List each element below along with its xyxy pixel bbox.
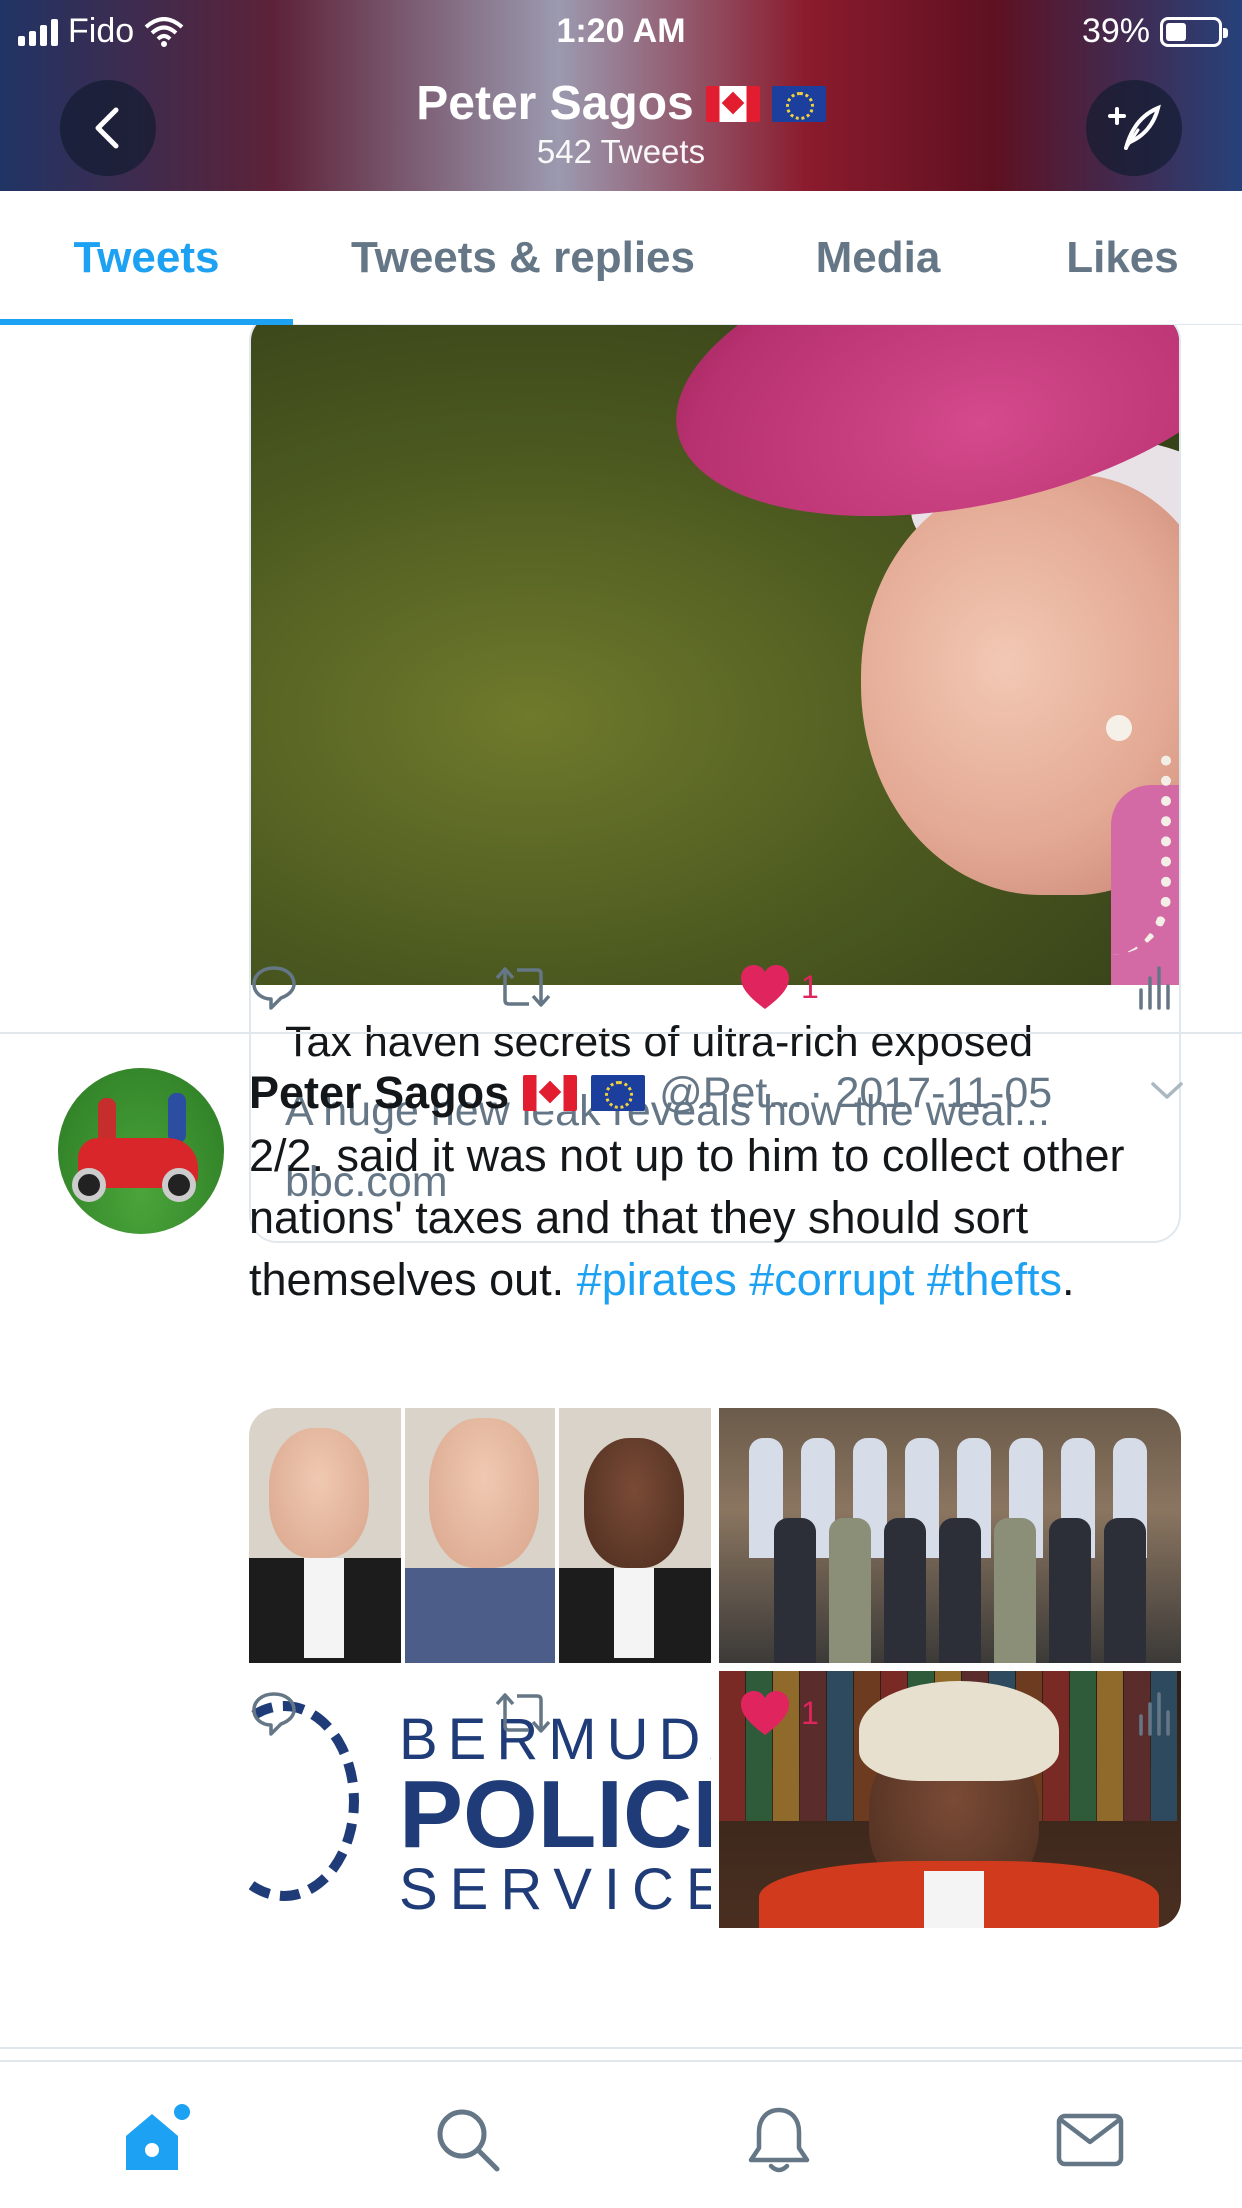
police-logo-line3: SERVICE xyxy=(399,1857,711,1922)
tweet-header: Peter Sagos @Pet... · 2017-11-05 xyxy=(249,1058,1189,1128)
image-detail xyxy=(774,1518,816,1663)
eu-flag-icon xyxy=(591,1075,646,1111)
retweet-icon xyxy=(495,967,551,1007)
image-detail xyxy=(1049,1518,1091,1663)
link-preview-image xyxy=(251,325,1179,985)
mail-icon xyxy=(1056,2113,1124,2167)
tweet-feed[interactable]: Tax haven secrets of ultra-rich exposed … xyxy=(0,325,1242,2060)
compose-tweet-button[interactable] xyxy=(1086,80,1182,176)
tweet-divider xyxy=(0,2047,1242,2049)
image-detail xyxy=(939,1518,981,1663)
police-logo-line2: POLICE xyxy=(399,1761,711,1868)
eu-flag-icon xyxy=(771,85,826,122)
reply-icon xyxy=(252,966,296,1010)
image-detail xyxy=(1104,1518,1146,1663)
tweet-author-name[interactable]: Peter Sagos xyxy=(249,1067,509,1119)
hashtag-link[interactable]: #corrupt xyxy=(749,1254,914,1305)
status-right: 39% xyxy=(1081,12,1228,51)
image-detail xyxy=(829,1518,871,1663)
tweet-text: 2/2. said it was not up to him to collec… xyxy=(249,1125,1189,1311)
tweet-media-grid: BERMUDA POLICE SERVICE xyxy=(249,1408,1181,1928)
analytics-button[interactable] xyxy=(1137,1683,1173,1743)
canada-flag-icon xyxy=(523,1075,578,1111)
like-count: 1 xyxy=(801,1694,819,1731)
compose-feather-icon xyxy=(1108,104,1161,150)
tweet-actions: 1 xyxy=(249,957,1181,1017)
nav-home[interactable] xyxy=(116,2100,196,2180)
header-title-block: Peter Sagos 542 Tweets xyxy=(0,76,1242,171)
nav-messages[interactable] xyxy=(1050,2100,1130,2180)
like-count: 1 xyxy=(801,968,819,1005)
media-image-2[interactable] xyxy=(719,1408,1181,1663)
bell-icon xyxy=(748,2107,810,2173)
like-button[interactable]: 1 xyxy=(739,957,819,1017)
tab-likes-label: Likes xyxy=(1066,233,1179,282)
image-detail xyxy=(614,1568,654,1658)
image-detail-earring xyxy=(1106,715,1132,741)
canada-flag-icon xyxy=(705,85,760,122)
media-image-1[interactable] xyxy=(249,1408,711,1663)
reply-button[interactable] xyxy=(249,1683,299,1743)
battery-fill xyxy=(1166,22,1186,41)
analytics-icon xyxy=(1139,966,1170,1010)
tab-media[interactable]: Media xyxy=(753,191,1003,325)
nav-notifications[interactable] xyxy=(739,2100,819,2180)
image-detail xyxy=(405,1568,557,1663)
hashtag-link[interactable]: #thefts xyxy=(927,1254,1062,1305)
tab-likes[interactable]: Likes xyxy=(1003,191,1242,325)
image-detail xyxy=(584,1438,684,1568)
tab-tweets-label: Tweets xyxy=(73,233,220,282)
status-bar: Fido 1:20 AM 39% xyxy=(0,0,1242,60)
avatar-detail xyxy=(168,1093,186,1143)
tab-tweets-and-replies-label: Tweets & replies xyxy=(351,233,695,282)
battery-icon xyxy=(1160,16,1228,47)
retweet-button[interactable] xyxy=(493,1683,553,1743)
analytics-button[interactable] xyxy=(1137,957,1173,1017)
tab-tweets[interactable]: Tweets xyxy=(0,191,293,325)
tab-tweets-and-replies[interactable]: Tweets & replies xyxy=(293,191,753,325)
profile-header: Fido 1:20 AM 39% Peter Sagos 542 Tweets xyxy=(0,0,1242,191)
header-name-row: Peter Sagos xyxy=(416,76,826,131)
image-detail-pearls xyxy=(1111,755,1171,955)
avatar-detail xyxy=(72,1168,106,1202)
image-detail xyxy=(269,1428,369,1558)
image-detail xyxy=(429,1418,539,1568)
image-detail xyxy=(304,1558,344,1658)
nav-search[interactable] xyxy=(428,2100,508,2180)
profile-tabs: Tweets Tweets & replies Media Likes xyxy=(0,191,1242,325)
chevron-down-icon[interactable] xyxy=(1149,1078,1185,1102)
reply-button[interactable] xyxy=(249,957,299,1017)
battery-percent: 39% xyxy=(1081,12,1150,50)
tweet-text-end: . xyxy=(1061,1254,1075,1305)
bottom-tab-bar xyxy=(0,2060,1242,2208)
status-time: 1:20 AM xyxy=(556,12,686,50)
analytics-icon xyxy=(1139,1692,1170,1736)
tweet-author-handle[interactable]: @Pet... xyxy=(659,1069,803,1118)
image-detail xyxy=(994,1518,1036,1663)
tweet-actions: 1 xyxy=(249,1683,1181,1743)
avatar-detail xyxy=(162,1168,196,1202)
image-detail xyxy=(884,1518,926,1663)
tweet-divider xyxy=(0,1032,1242,1034)
tab-media-label: Media xyxy=(815,233,941,282)
search-icon xyxy=(437,2109,500,2172)
avatar[interactable] xyxy=(58,1068,224,1234)
heart-filled-icon xyxy=(741,1691,789,1735)
profile-name: Peter Sagos xyxy=(416,77,694,130)
hashtag-link[interactable]: #pirates xyxy=(577,1254,737,1305)
retweet-icon xyxy=(495,1693,551,1733)
reply-icon xyxy=(252,1692,296,1736)
heart-filled-icon xyxy=(741,965,789,1009)
tweet-count: 542 Tweets xyxy=(536,133,706,170)
retweet-button[interactable] xyxy=(493,957,553,1017)
like-button[interactable]: 1 xyxy=(739,1683,819,1743)
home-icon xyxy=(126,2104,190,2170)
tweet-date: · 2017-11-05 xyxy=(809,1068,1053,1117)
image-detail xyxy=(924,1871,984,1928)
